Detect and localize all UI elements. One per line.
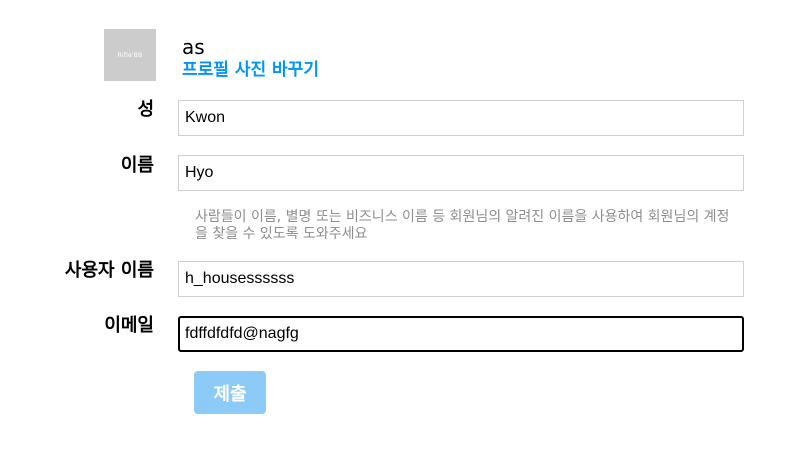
avatar-placeholder-text: Rifle'BB bbox=[117, 51, 143, 59]
first-name-input[interactable] bbox=[178, 155, 744, 191]
name-hint-text: 사람들이 이름, 별명 또는 비즈니스 이름 등 회원님의 알려진 이름을 사용… bbox=[195, 209, 730, 242]
last-name-label: 성 bbox=[137, 99, 154, 120]
submit-button[interactable]: 제출 bbox=[194, 371, 266, 414]
first-name-label: 이름 bbox=[120, 155, 154, 176]
last-name-input[interactable] bbox=[178, 100, 744, 136]
change-profile-photo-link[interactable]: 프로필 사진 바꾸기 bbox=[182, 59, 319, 81]
avatar[interactable]: Rifle'BB bbox=[104, 29, 156, 81]
email-input[interactable] bbox=[178, 316, 744, 352]
email-label: 이메일 bbox=[104, 315, 154, 336]
username-input[interactable] bbox=[178, 261, 744, 297]
edit-profile-page: Rifle'BB as 프로필 사진 바꾸기 성 이름 사람들이 이름, 별명 … bbox=[0, 0, 810, 453]
username-label: 사용자 이름 bbox=[64, 260, 154, 281]
profile-username: as bbox=[182, 35, 205, 59]
